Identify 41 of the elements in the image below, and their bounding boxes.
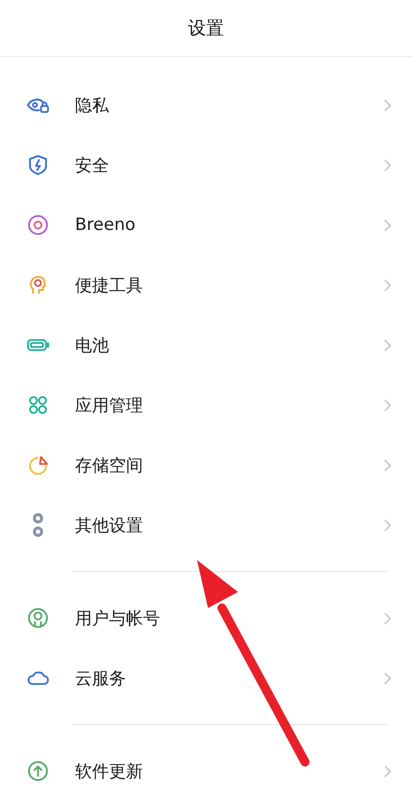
settings-item[interactable]: 云服务 bbox=[0, 648, 412, 708]
settings-item[interactable]: 隐私 bbox=[0, 75, 412, 135]
page-title: 设置 bbox=[188, 17, 224, 40]
settings-item[interactable]: 用户与帐号 bbox=[0, 588, 412, 648]
ring-icon bbox=[26, 213, 50, 237]
item-label: 电池 bbox=[75, 334, 110, 356]
item-label: 隐私 bbox=[75, 94, 110, 116]
chevron-icon bbox=[383, 764, 392, 778]
item-label: 存储空间 bbox=[75, 454, 144, 476]
settings-item[interactable]: 便捷工具 bbox=[0, 255, 412, 315]
chevron-icon bbox=[383, 670, 392, 686]
item-label: 应用管理 bbox=[75, 394, 144, 416]
user-icon bbox=[26, 606, 50, 630]
chevron-icon bbox=[383, 158, 392, 172]
settings-item[interactable]: 存储空间 bbox=[0, 435, 412, 495]
item-label: 其他设置 bbox=[75, 514, 144, 536]
pie-icon bbox=[26, 453, 50, 477]
chevron-icon bbox=[383, 98, 392, 112]
grid-icon bbox=[26, 393, 50, 417]
chevron-icon bbox=[383, 278, 392, 292]
item-label: 软件更新 bbox=[75, 760, 144, 782]
settings-item[interactable]: 电池 bbox=[0, 315, 412, 375]
dots-icon bbox=[33, 513, 43, 537]
settings-item[interactable]: 应用管理 bbox=[0, 375, 412, 435]
settings-item[interactable]: 其他设置 bbox=[0, 495, 412, 555]
item-label: 安全 bbox=[75, 154, 110, 176]
item-label: Breeno bbox=[75, 215, 136, 235]
item-label: 云服务 bbox=[75, 668, 127, 690]
chevron-icon bbox=[383, 458, 392, 472]
chevron-icon bbox=[383, 218, 392, 232]
chevron-icon bbox=[383, 518, 392, 532]
update-icon bbox=[26, 759, 50, 783]
item-label: 便捷工具 bbox=[75, 274, 144, 296]
chevron-icon bbox=[383, 610, 392, 626]
chevron-icon bbox=[383, 338, 392, 352]
chevron-icon bbox=[383, 398, 392, 412]
shield-icon bbox=[26, 153, 50, 177]
settings-item[interactable]: 软件更新 bbox=[0, 741, 412, 801]
item-label: 用户与帐号 bbox=[75, 608, 161, 630]
settings-item[interactable]: 安全 bbox=[0, 135, 412, 195]
settings-item[interactable]: Breeno bbox=[0, 195, 412, 255]
